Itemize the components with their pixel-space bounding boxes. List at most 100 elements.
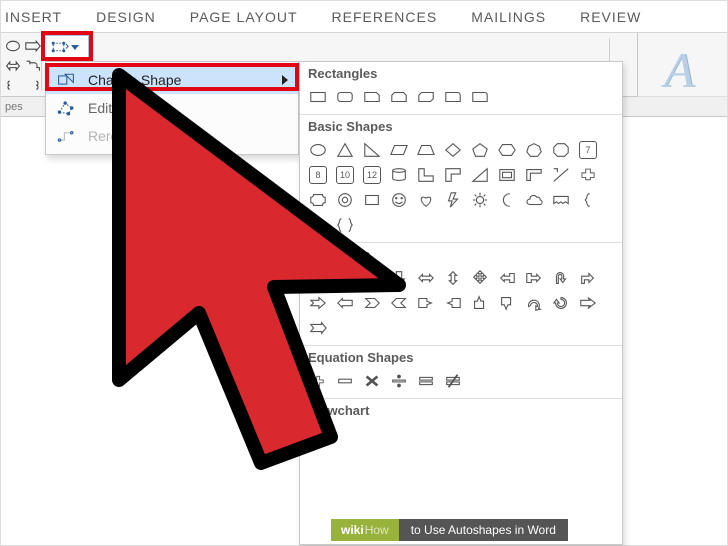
shape-round1[interactable] [468,86,492,108]
shape-smiley[interactable] [387,189,411,211]
shape-cylinder[interactable] [387,164,411,186]
shape-arr-callout-d[interactable] [495,292,519,314]
shape-category-grid: 7 81012 [300,136,622,242]
shape-n12[interactable]: 12 [360,164,384,186]
shape-L[interactable] [414,164,438,186]
shape-arr-d[interactable] [387,267,411,289]
shape-arr-callout-u[interactable] [468,292,492,314]
tab-mailings[interactable]: MAILINGS [471,9,546,25]
shape-arr-chev-l[interactable] [387,292,411,314]
shape-arr-circ[interactable] [549,292,573,314]
tab-insert[interactable]: INSERT [5,9,62,25]
shape-brace-l[interactable] [576,189,600,211]
shape-arr-curl[interactable] [522,292,546,314]
shape-pent[interactable] [468,139,492,161]
shape-arr-tri-r[interactable] [522,267,546,289]
shape-cross[interactable] [576,164,600,186]
shape-arr-callout-r[interactable] [414,292,438,314]
shape-banner[interactable] [549,189,573,211]
shape-mult[interactable] [360,370,384,392]
ribbon-tabs: INSERT DESIGN PAGE LAYOUT REFERENCES MAI… [1,1,727,33]
shape-arr-bent[interactable] [576,267,600,289]
shape-moon[interactable] [495,189,519,211]
tab-references[interactable]: REFERENCES [332,9,438,25]
shape-rect[interactable] [306,86,330,108]
shape-heart[interactable] [414,189,438,211]
shape-half-frame[interactable] [522,164,546,186]
shape-minus[interactable] [333,370,357,392]
edit-points-icon [56,98,76,118]
shape-corner[interactable] [441,164,465,186]
shape-n7[interactable]: 7 [576,139,600,161]
shape-diag[interactable] [549,164,573,186]
shape-category-grid [300,420,622,429]
shape-arr-lr[interactable] [414,267,438,289]
shape-arr-ud[interactable] [441,267,465,289]
shape-neq[interactable] [441,370,465,392]
shape-snip-diag[interactable] [414,86,438,108]
shape-rect2[interactable] [360,189,384,211]
shape-round-rect[interactable] [333,86,357,108]
shapes-group-label-fragment: pes [5,101,23,113]
change-shape-submenu: Rectangles Basic Shapes 7 81012 ck Arrows Equ… [299,61,623,545]
shape-equal[interactable] [414,370,438,392]
shape-oct[interactable] [549,139,573,161]
shape-category-grid [300,264,622,345]
shape-para[interactable] [387,139,411,161]
wordart-preview-icon[interactable]: A [664,41,695,99]
shape-category-header: Flowchart [300,398,622,420]
shape-hept[interactable] [522,139,546,161]
shape-oval[interactable] [306,139,330,161]
shapes-gallery-left-fragment[interactable] [1,33,41,97]
shape-brace-r[interactable] [306,214,330,236]
shape-bolt[interactable] [441,189,465,211]
shape-snip2[interactable] [387,86,411,108]
shape-frame[interactable] [495,164,519,186]
shape-arr-callout-l[interactable] [441,292,465,314]
shape-snip-round[interactable] [441,86,465,108]
shape-arr-home[interactable] [333,292,357,314]
menu-item-label: Reroute Con [88,128,167,144]
shape-arr-chev-r[interactable] [360,292,384,314]
shape-category-header: Rectangles [300,62,622,83]
shape-category-grid [300,367,622,398]
menu-item-edit-points[interactable]: Edit Points [46,94,298,122]
shape-arr-u[interactable] [360,267,384,289]
shape-div[interactable] [387,370,411,392]
shape-arr-r[interactable] [306,267,330,289]
reroute-icon [56,126,76,146]
annotation-highlight-change-shape-item [45,63,299,91]
menu-item-label: Edit Points [88,100,155,116]
tab-design[interactable]: DESIGN [96,9,156,25]
shape-wedge[interactable] [468,164,492,186]
shape-cloud[interactable] [522,189,546,211]
shape-arr-uturn[interactable] [549,267,573,289]
shape-arr-rib2[interactable] [306,317,330,339]
shape-snip1[interactable] [360,86,384,108]
shape-category-grid [300,83,622,114]
shape-tri-iso[interactable] [333,139,357,161]
shape-arr-notch[interactable] [306,292,330,314]
shape-sun[interactable] [468,189,492,211]
shape-trap[interactable] [414,139,438,161]
tab-page-layout[interactable]: PAGE LAYOUT [190,9,298,25]
shape-arr-quad[interactable] [468,267,492,289]
shape-plaque[interactable] [306,189,330,211]
shape-hex[interactable] [495,139,519,161]
shape-n10[interactable]: 10 [333,164,357,186]
shape-tri-right[interactable] [360,139,384,161]
shape-category-header: ck Arrows [300,242,622,264]
shape-brace[interactable] [333,214,357,236]
annotation-highlight-edit-shape-button [41,31,93,61]
tab-review[interactable]: REVIEW [580,9,641,25]
shape-arr-rib[interactable] [576,292,600,314]
wikihow-logo: wikiHow [331,519,399,541]
shape-n8[interactable]: 8 [306,164,330,186]
shape-ring[interactable] [333,189,357,211]
shape-diamond[interactable] [441,139,465,161]
shape-category-header: Equation Shapes [300,345,622,367]
shape-plus[interactable] [306,370,330,392]
shape-arr-tri-l[interactable] [495,267,519,289]
shape-category-header: Basic Shapes [300,114,622,136]
shape-arr-l[interactable] [333,267,357,289]
